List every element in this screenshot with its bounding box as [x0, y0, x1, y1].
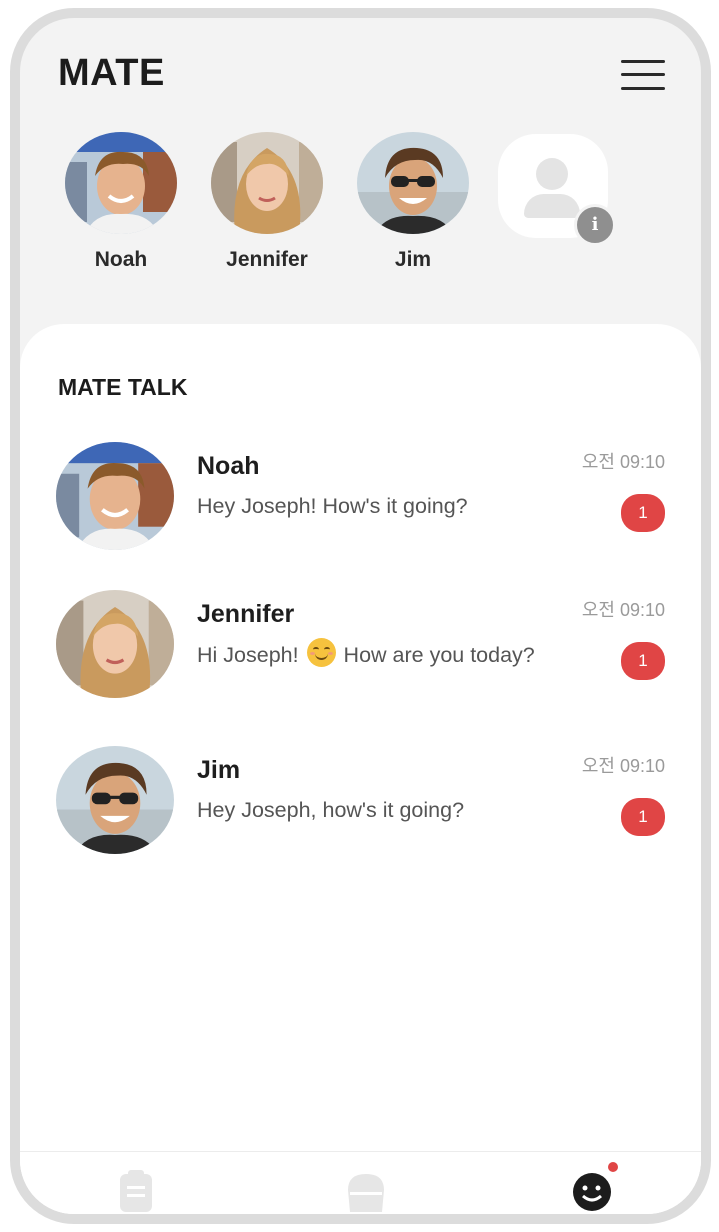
smiling-emoji-icon — [306, 638, 336, 667]
chat-name: Jennifer — [197, 600, 295, 628]
chat-message: Hey Joseph, how's it going? — [197, 798, 465, 822]
header: MATE — [20, 18, 701, 138]
person-icon-body — [524, 194, 580, 218]
avatar-noah — [65, 132, 177, 234]
chat-message-part: How are you today? — [337, 643, 535, 667]
chat-message: Hey Joseph! How's it going? — [197, 494, 468, 518]
avatar-jim — [56, 746, 174, 854]
chat-message: Hi Joseph! How are you today? — [197, 638, 547, 671]
chat-item-jim[interactable]: Jim Hey Joseph, how's it going? 오전 09:10… — [20, 746, 701, 876]
info-icon[interactable]: i — [574, 204, 616, 246]
chat-time: 오전 09:10 — [581, 756, 665, 776]
chat-message-part: Hi Joseph! — [197, 643, 305, 667]
app-title: MATE — [58, 52, 165, 94]
chat-name: Jim — [197, 756, 241, 784]
mate-name: Jennifer — [226, 248, 308, 271]
tab-mate[interactable] — [572, 1162, 618, 1212]
avatar-noah — [56, 442, 174, 550]
unread-badge: 1 — [621, 494, 665, 532]
chat-item-noah[interactable]: Noah Hey Joseph! How's it going? 오전 09:1… — [20, 442, 701, 572]
mate-item-jim[interactable]: Jim — [348, 132, 478, 272]
unread-badge: 1 — [621, 798, 665, 836]
tab-home[interactable] — [344, 1168, 388, 1212]
smiley-face-icon — [573, 1173, 611, 1211]
avatar-jim — [357, 132, 469, 234]
tab-list[interactable] — [116, 1168, 160, 1212]
hamburger-menu-icon[interactable] — [621, 58, 665, 92]
mate-item-jennifer[interactable]: Jennifer — [202, 132, 332, 272]
unread-badge: 1 — [621, 642, 665, 680]
avatar-jennifer — [211, 132, 323, 234]
bottom-tab-bar — [20, 1151, 701, 1214]
mate-talk-panel: MATE TALK Noah Hey Joseph! How's it goin… — [20, 324, 701, 1214]
person-icon-head — [536, 158, 568, 190]
clipboard-icon — [120, 1170, 152, 1212]
chat-item-jennifer[interactable]: Jennifer Hi Joseph! How are you today? 오… — [20, 590, 701, 720]
notification-dot — [608, 1162, 618, 1172]
mate-name: Jim — [394, 248, 432, 271]
chat-name: Noah — [197, 452, 260, 480]
section-title: MATE TALK — [58, 374, 188, 400]
chat-time: 오전 09:10 — [581, 600, 665, 620]
home-icon — [348, 1174, 384, 1212]
phone-frame: MATE Noah Jennifer Jim i MATE TALK Noah … — [10, 8, 711, 1224]
chat-time: 오전 09:10 — [581, 452, 665, 472]
avatar-jennifer — [56, 590, 174, 698]
mate-item-noah[interactable]: Noah — [56, 132, 186, 272]
mate-name: Noah — [94, 248, 148, 271]
